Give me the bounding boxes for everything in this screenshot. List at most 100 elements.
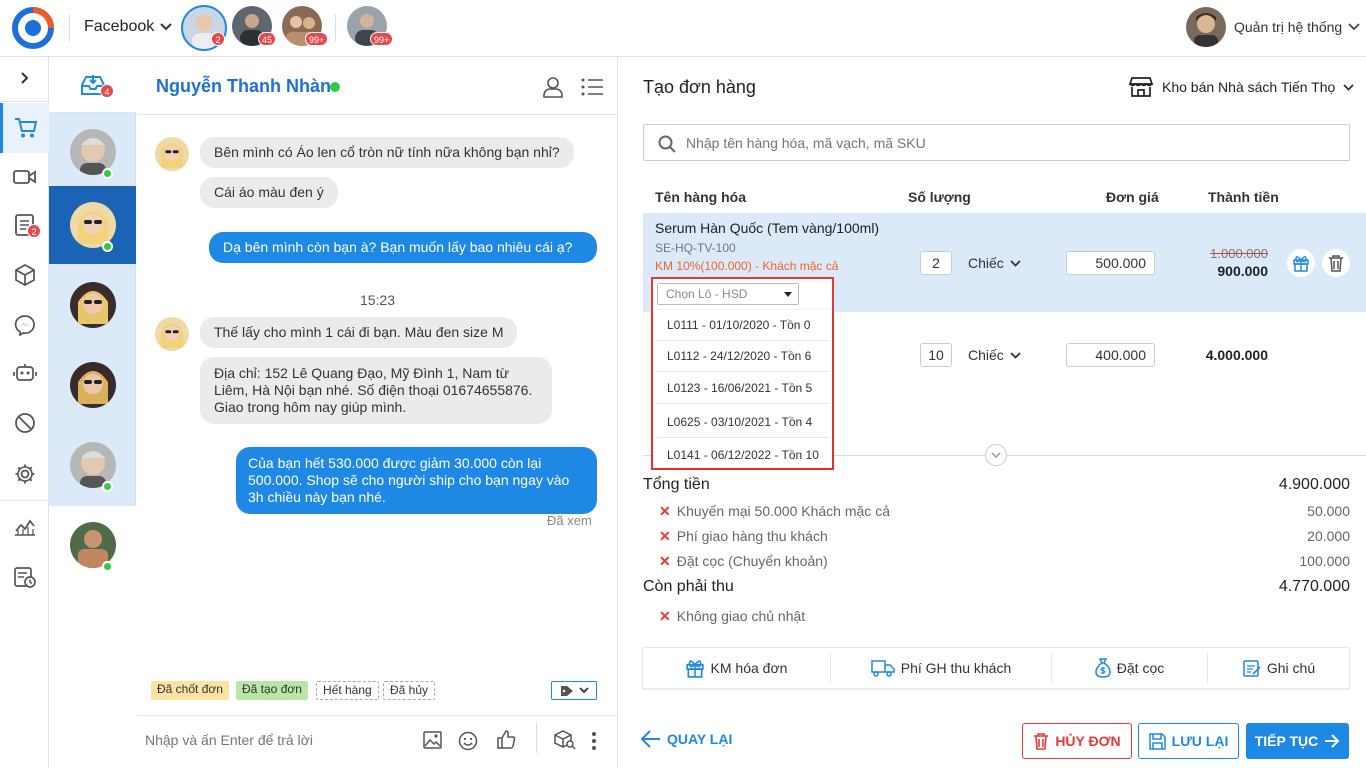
warehouse-select[interactable]: Kho bán Nhà sách Tiến Thọ xyxy=(1128,77,1354,97)
conversation-item[interactable] xyxy=(49,346,136,424)
nav-video[interactable] xyxy=(0,153,49,201)
user-menu[interactable]: Quản trị hệ thống xyxy=(1234,19,1360,35)
inbox-button[interactable] xyxy=(49,57,136,113)
nav-blocked[interactable] xyxy=(0,399,49,447)
online-indicator xyxy=(330,82,340,92)
arrow-right-icon xyxy=(1325,734,1340,748)
tag-closed-order[interactable]: Đã chốt đơn xyxy=(151,681,229,700)
order-note: ✕ Không giao chủ nhật xyxy=(659,608,805,625)
tag-picker[interactable] xyxy=(551,681,597,700)
user-avatar[interactable] xyxy=(1186,7,1226,47)
tag-icon xyxy=(560,685,573,696)
continue-label: TIẾP TỤC xyxy=(1254,733,1319,749)
quantity-input[interactable]: 2 xyxy=(920,251,952,275)
tag-out-of-stock[interactable]: Hết hàng xyxy=(316,681,379,700)
summary-line-value: 20.000 xyxy=(1307,528,1350,544)
note-button[interactable]: Ghi chú xyxy=(1208,647,1350,689)
note-icon xyxy=(1243,660,1261,677)
online-indicator xyxy=(102,481,113,492)
lot-option[interactable]: L0625 - 03/10/2021 - Tồn 4 xyxy=(657,407,829,438)
user-icon xyxy=(543,77,563,98)
product-search-input[interactable] xyxy=(686,132,1326,154)
tool-label: Phí GH thu khách xyxy=(900,660,1012,676)
chart-icon xyxy=(14,519,35,536)
cancel-label: HỦY ĐƠN xyxy=(1055,733,1121,749)
delete-item-button[interactable] xyxy=(1322,249,1350,277)
store-icon xyxy=(1128,77,1154,97)
summary-line-value: 50.000 xyxy=(1307,503,1350,519)
line-total: 900.000 xyxy=(1217,263,1268,279)
unit-select[interactable]: Chiếc xyxy=(968,255,1021,271)
conversation-item[interactable] xyxy=(49,266,136,344)
total-value: 4.900.000 xyxy=(1278,476,1350,493)
nav-orders[interactable] xyxy=(0,201,49,249)
conversation-list: 4 xyxy=(49,57,136,768)
lot-select[interactable]: Chọn Lô - HSD xyxy=(657,283,799,305)
lot-option[interactable]: L0123 - 16/06/2021 - Tồn 5 xyxy=(657,373,829,404)
product-catalog-button[interactable] xyxy=(554,730,576,750)
message-input[interactable] xyxy=(145,725,405,755)
tag-cancelled[interactable]: Đã hủy xyxy=(383,681,436,700)
nav-products[interactable] xyxy=(0,251,49,299)
conversation-item[interactable] xyxy=(49,506,136,584)
box-icon xyxy=(14,264,35,286)
conversation-item[interactable] xyxy=(49,113,136,191)
chevron-down-icon xyxy=(991,451,1001,458)
nav-settings[interactable] xyxy=(0,450,49,498)
contact-name[interactable]: Nguyễn Thanh Nhàn xyxy=(156,76,331,97)
image-icon xyxy=(423,731,442,749)
inbox-badge: 4 xyxy=(100,84,114,98)
cancel-order-button[interactable]: HỦY ĐƠN xyxy=(1022,723,1132,759)
contact-profile-button[interactable] xyxy=(542,76,564,98)
back-button[interactable]: QUAY LẠI xyxy=(641,730,732,748)
deposit-button[interactable]: Đặt cọc xyxy=(1052,647,1207,689)
tag-order-created[interactable]: Đã tạo đơn xyxy=(236,681,308,700)
price-input[interactable]: 500.000 xyxy=(1066,251,1155,275)
tool-label: KM hóa đơn xyxy=(710,660,788,676)
app-logo[interactable] xyxy=(12,7,54,49)
remove-line-icon[interactable]: ✕ xyxy=(659,528,671,544)
tool-label: Ghi chú xyxy=(1266,660,1316,676)
gift-button[interactable] xyxy=(1287,249,1315,277)
chevron-down-icon xyxy=(1343,83,1354,91)
remove-line-icon[interactable]: ✕ xyxy=(659,553,671,569)
nav-messenger[interactable] xyxy=(0,301,49,349)
invoice-promo-button[interactable]: KM hóa đơn xyxy=(642,647,830,689)
remaining-label: Còn phải thu xyxy=(643,578,734,595)
price-input[interactable]: 400.000 xyxy=(1066,343,1155,367)
emoji-button[interactable] xyxy=(458,731,478,751)
lot-option[interactable]: L0141 - 06/12/2022 - Tồn 10 xyxy=(657,440,829,471)
online-indicator xyxy=(102,168,113,179)
more-options-button[interactable] xyxy=(591,731,597,751)
nav-history[interactable] xyxy=(0,553,49,601)
message-bubble: Bên mình có Áo len cổ tròn nữ tính nữa k… xyxy=(200,137,574,168)
avatar xyxy=(155,137,189,171)
tab-badge: 2 xyxy=(211,32,225,46)
list-menu-button[interactable] xyxy=(581,78,603,96)
save-button[interactable]: LƯU LẠI xyxy=(1138,723,1239,759)
order-panel: Tạo đơn hàng Kho bán Nhà sách Tiến Thọ T… xyxy=(618,57,1366,768)
nav-bot[interactable] xyxy=(0,349,49,397)
conversation-item[interactable] xyxy=(49,426,136,504)
quantity-input[interactable]: 10 xyxy=(920,343,952,367)
money-bag-icon xyxy=(1095,658,1111,678)
nav-cart[interactable] xyxy=(0,103,49,153)
attach-image-button[interactable] xyxy=(423,731,442,749)
remaining-value: 4.770.000 xyxy=(1278,578,1350,595)
product-search-box[interactable] xyxy=(643,124,1350,161)
lot-option[interactable]: L0111 - 01/10/2020 - Tồn 0 xyxy=(657,310,829,341)
remove-line-icon[interactable]: ✕ xyxy=(659,503,671,519)
conversation-item-active[interactable] xyxy=(49,186,136,264)
continue-button[interactable]: TIẾP TỤC xyxy=(1246,723,1349,759)
remove-note-icon[interactable]: ✕ xyxy=(659,608,671,624)
lot-option[interactable]: L0112 - 24/12/2020 - Tồn 6 xyxy=(657,341,829,372)
expand-nav-button[interactable] xyxy=(0,57,49,99)
shipping-fee-button[interactable]: Phí GH thu khách xyxy=(831,647,1051,689)
nav-reports[interactable] xyxy=(0,503,49,551)
expand-items-button[interactable] xyxy=(985,444,1007,466)
like-button[interactable] xyxy=(496,729,516,749)
save-icon xyxy=(1148,732,1166,750)
unit-select[interactable]: Chiếc xyxy=(968,347,1021,363)
channel-select[interactable]: Facebook xyxy=(84,18,172,36)
cart-icon xyxy=(15,118,38,138)
